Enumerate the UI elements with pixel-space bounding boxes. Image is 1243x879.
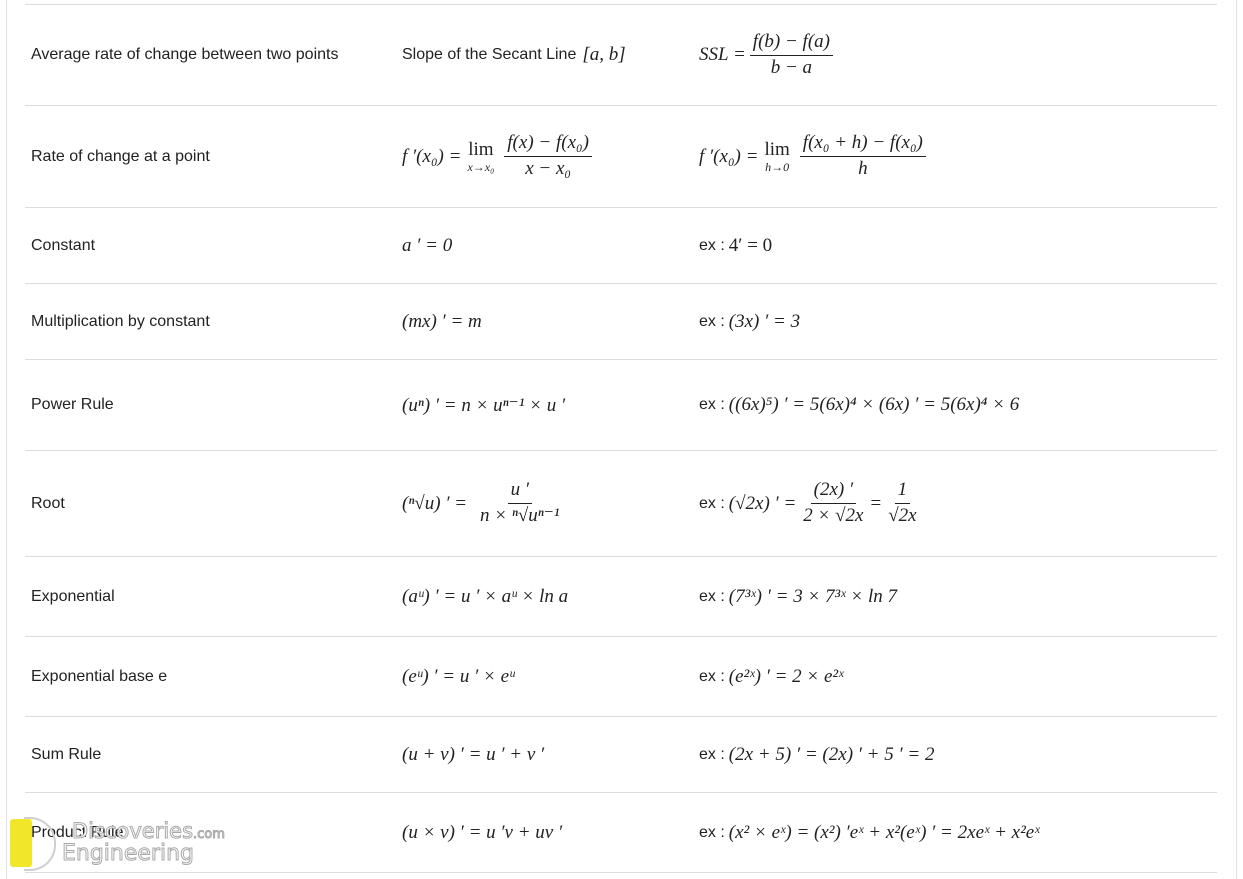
example-prefix: ex : — [699, 236, 725, 254]
formula-interval: [a, b] — [582, 44, 626, 65]
denominator: b − a — [770, 56, 813, 78]
table-row: Power Rule (uⁿ) ′ = n × uⁿ⁻¹ × u ′ ex : … — [0, 360, 1236, 450]
denominator: 2 × √2x — [803, 505, 864, 526]
denominator: √2x — [888, 505, 917, 526]
rule-example: ex : (e²ˣ) ′ = 2 × e²ˣ — [699, 665, 844, 687]
numerator: u ′ — [507, 479, 532, 504]
rule-example: ex : ((6x)⁵) ′ = 5(6x)⁴ × (6x) ′ = 5(6x)… — [699, 394, 1020, 415]
fraction: (2x) ′ 2 × √2x — [800, 479, 866, 527]
rule-formula: (eᵘ) ′ = u ′ × eᵘ — [402, 665, 515, 687]
fraction: f(b) − f(a) b − a — [749, 31, 833, 79]
example-prefix: ex : — [699, 494, 725, 512]
table-row: Root (ⁿ√u) ′ = u ′ n × ⁿ√uⁿ⁻¹ ex : (√2x)… — [0, 451, 1236, 556]
fraction: 1 √2x — [885, 479, 919, 527]
denominator: x − x₀ — [525, 158, 572, 179]
rule-example: ex : 4′ = 0 — [699, 234, 773, 256]
formula-lhs: f ′(x₀) = — [402, 145, 462, 167]
table-row: Rate of change at a point f ′(x₀) = lim … — [0, 106, 1236, 207]
table-row: Constant a ′ = 0 ex : 4′ = 0 — [0, 208, 1236, 283]
rule-formula: (uⁿ) ′ = n × uⁿ⁻¹ × u ′ — [402, 394, 566, 416]
rule-example: ex : (2x + 5) ′ = (2x) ′ + 5 ′ = 2 — [699, 743, 935, 765]
numerator: (2x) ′ — [810, 479, 857, 504]
example-prefix: ex : — [699, 823, 725, 841]
rule-formula: (u + v) ′ = u ′ + v ′ — [402, 743, 545, 765]
rule-formula: a ′ = 0 — [402, 234, 453, 256]
example-prefix: ex : — [699, 587, 725, 605]
formula-lhs: (ⁿ√u) ′ = — [402, 492, 468, 514]
example-lhs: SSL = — [699, 44, 746, 65]
numerator: f(x₀ + h) − f(x₀) — [799, 132, 926, 157]
rule-name: Root — [31, 494, 65, 512]
rule-formula: (aᵘ) ′ = u ′ × aᵘ × ln a — [402, 585, 569, 607]
rule-example: ex : (7³ˣ) ′ = 3 × 7³ˣ × ln 7 — [699, 585, 897, 607]
table-row: Exponential base e (eᵘ) ′ = u ′ × eᵘ ex … — [0, 637, 1236, 716]
rule-name: Exponential — [31, 587, 115, 605]
rule-formula: (u × v) ′ = u ′v + uv ′ — [402, 821, 563, 843]
limit: lim x→x₀ — [467, 139, 495, 174]
rule-name: Sum Rule — [31, 745, 102, 763]
numerator: f(x) − f(x₀) — [504, 132, 592, 157]
watermark-line1: Discoveries.com — [71, 819, 225, 844]
logo-d-icon — [24, 817, 56, 871]
table-row: Average rate of change between two point… — [0, 5, 1236, 105]
rule-name: Rate of change at a point — [31, 147, 210, 165]
table-row: Exponential (aᵘ) ′ = u ′ × aᵘ × ln a ex … — [0, 557, 1236, 636]
rule-name: Constant — [31, 236, 96, 254]
rule-formula: (ⁿ√u) ′ = u ′ n × ⁿ√uⁿ⁻¹ — [402, 451, 567, 556]
example-prefix: ex : — [699, 745, 725, 763]
rule-example: ex : (3x) ′ = 3 — [699, 310, 801, 332]
numerator: 1 — [894, 479, 911, 504]
example-prefix: ex : — [699, 312, 725, 330]
rule-formula: f ′(x₀) = lim x→x₀ f(x) − f(x₀) x − x₀ — [402, 106, 596, 207]
rule-name: Multiplication by constant — [31, 312, 210, 330]
example-prefix: ex : — [699, 667, 725, 685]
rule-example: f ′(x₀) = lim h→0 f(x₀ + h) − f(x₀) h — [699, 106, 930, 207]
fraction: f(x) − f(x₀) x − x₀ — [504, 132, 592, 180]
fraction: f(x₀ + h) − f(x₀) h — [799, 132, 926, 180]
denominator: h — [858, 158, 868, 179]
engineering-discoveries-watermark: Discoveries.com Engineering — [10, 815, 280, 875]
rule-example: ex : (x² × eˣ) = (x²) ′eˣ + x²(eˣ) ′ = 2… — [699, 821, 1040, 843]
example-lhs: (√2x) ′ = — [728, 492, 797, 514]
example-lhs: f ′(x₀) = — [699, 145, 759, 167]
denominator: n × ⁿ√uⁿ⁻¹ — [480, 505, 560, 526]
rule-formula: Slope of the Secant Line [a, b] — [402, 5, 626, 105]
rule-formula: (mx) ′ = m — [402, 310, 482, 332]
table-row: Multiplication by constant (mx) ′ = m ex… — [0, 284, 1236, 359]
rule-example: ex : (√2x) ′ = (2x) ′ 2 × √2x = 1 √2x — [699, 451, 924, 556]
fraction: u ′ n × ⁿ√uⁿ⁻¹ — [477, 479, 562, 527]
page-border-right — [1236, 0, 1237, 879]
limit: lim h→0 — [764, 139, 790, 174]
rule-name: Exponential base e — [31, 667, 168, 685]
rule-name: Average rate of change between two point… — [31, 46, 339, 63]
rule-name: Power Rule — [31, 396, 114, 413]
numerator: f(b) − f(a) — [749, 31, 833, 56]
example-prefix: ex : — [699, 396, 725, 413]
formula-text: Slope of the Secant Line — [402, 46, 577, 63]
table-row: Sum Rule (u + v) ′ = u ′ + v ′ ex : (2x … — [0, 717, 1236, 792]
rule-example: SSL = f(b) − f(a) b − a — [699, 5, 837, 105]
watermark-line2: Engineering — [62, 841, 195, 867]
